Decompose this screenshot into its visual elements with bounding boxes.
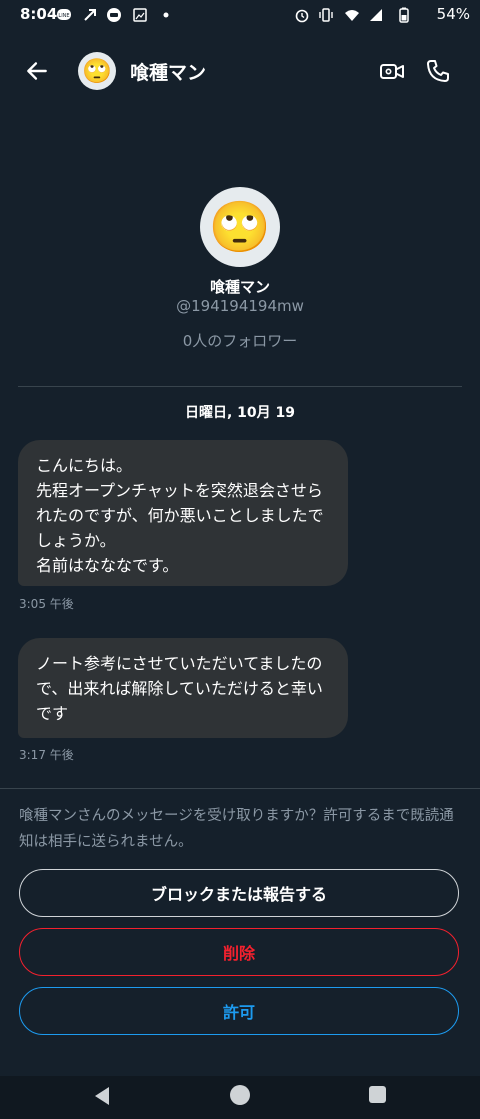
header-user-name[interactable]: 喰種マン	[130, 58, 206, 85]
allow-button[interactable]: 許可	[19, 987, 459, 1035]
conversation-header: 🙄 喰種マン	[0, 30, 480, 110]
nav-back-icon[interactable]	[90, 1084, 114, 1108]
profile-handle: @194194194mw	[176, 297, 304, 315]
svg-text:LINE: LINE	[58, 13, 69, 19]
avatar-emoji: 🙄	[82, 57, 112, 85]
battery-percent: 54%	[436, 5, 470, 23]
video-call-icon[interactable]	[378, 57, 406, 85]
block-or-report-button[interactable]: ブロックまたは報告する	[19, 869, 459, 917]
nav-home-icon[interactable]	[230, 1085, 250, 1105]
vibrate-icon	[319, 8, 333, 22]
profile-avatar[interactable]: 🙄	[200, 187, 280, 267]
message-bubble[interactable]: こんにちは。 先程オープンチャットを突然退会させられたのですが、何か悪いことしま…	[18, 440, 348, 586]
profile-name[interactable]: 喰種マン	[0, 276, 480, 297]
status-bar: 8:04 LINE 54%	[0, 0, 480, 30]
status-time: 8:04	[20, 5, 58, 23]
gallery-icon	[133, 8, 147, 22]
divider	[0, 788, 480, 789]
message-bubble[interactable]: ノート参考にさせていただいてましたので、出来れば解除していただけると幸いです	[18, 638, 348, 738]
dot-icon	[163, 12, 169, 18]
signal-icon	[370, 9, 382, 21]
message-timestamp: 3:05 午後	[19, 597, 74, 611]
message-request-notice: 喰種マンさんのメッセージを受け取りますか？許可するまで既読通知は相手に送られませ…	[19, 808, 454, 850]
battery-icon	[399, 7, 409, 23]
line-icon: LINE	[57, 9, 71, 20]
profile-followers: 0人のフォロワー	[182, 332, 298, 350]
divider	[18, 386, 462, 387]
profile-avatar-emoji: 🙄	[208, 198, 272, 256]
alarm-icon	[295, 9, 309, 23]
back-arrow-icon[interactable]	[24, 58, 50, 84]
header-avatar[interactable]: 🙄	[78, 52, 116, 90]
arrow-icon	[84, 9, 96, 21]
wifi-icon	[345, 10, 359, 21]
message-timestamp: 3:17 午後	[19, 748, 74, 762]
nav-recent-apps-icon[interactable]	[369, 1086, 386, 1103]
phone-call-icon[interactable]	[424, 57, 452, 85]
navigation-bar	[0, 1076, 480, 1119]
podcast-icon	[107, 8, 121, 22]
date-separator: 日曜日, 10月 19	[184, 405, 296, 421]
delete-button[interactable]: 削除	[19, 928, 459, 976]
